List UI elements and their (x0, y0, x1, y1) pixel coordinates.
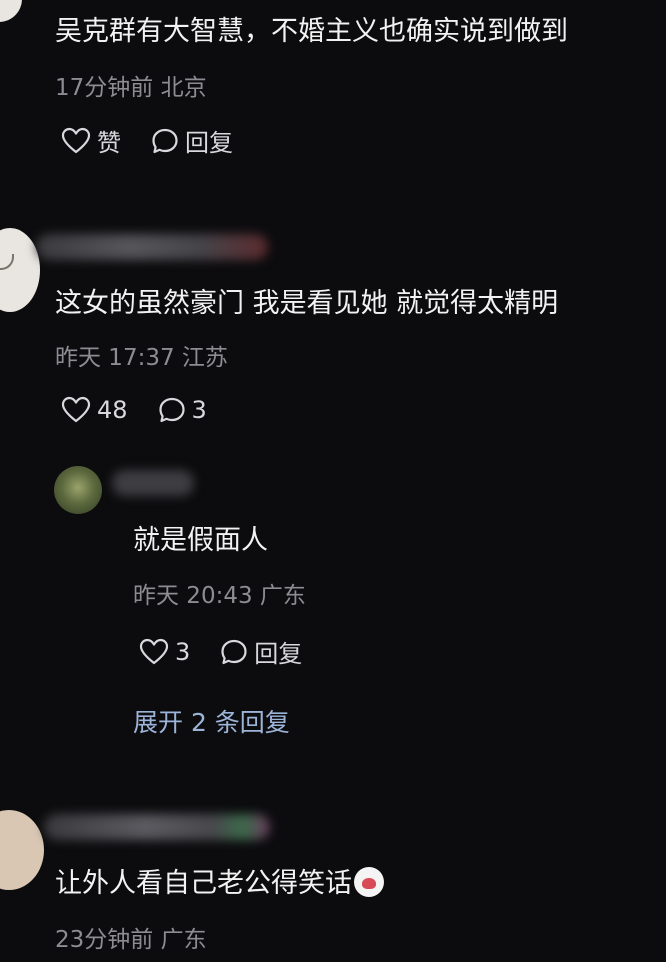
comment-text: 吴克群有大智慧，不婚主义也确实说到做到 (55, 16, 568, 47)
heart-outline-icon (139, 638, 169, 664)
speech-bubble-icon (221, 639, 247, 664)
reply-label: 回复 (185, 129, 233, 157)
heart-outline-icon (61, 396, 91, 423)
avatar[interactable] (0, 810, 44, 890)
like-button[interactable]: 48 (61, 396, 128, 424)
avatar[interactable] (0, 228, 40, 312)
reply-button[interactable]: 回复 (151, 123, 233, 158)
comment-meta: 昨天 17:37 江苏 (55, 345, 228, 371)
like-label: 赞 (97, 129, 121, 157)
like-button[interactable]: 赞 (61, 123, 121, 158)
username-blurred[interactable] (112, 470, 194, 496)
like-count: 48 (97, 396, 128, 424)
reply-text: 就是假面人 (133, 525, 268, 556)
reply-count: 3 (191, 396, 207, 424)
comment-text-row: 让外人看自己老公得笑话 (55, 866, 384, 902)
avatar-doodle (0, 254, 14, 270)
username-blurred[interactable] (44, 814, 270, 840)
reply-actions: 3 回复 (139, 634, 302, 669)
username-blurred[interactable] (36, 234, 268, 260)
reply-label: 回复 (254, 640, 303, 668)
comment-actions: 48 3 (61, 396, 207, 424)
reply-button[interactable]: 3 (158, 396, 207, 424)
avatar[interactable] (54, 466, 102, 514)
comment-actions: 赞 回复 (61, 123, 233, 158)
like-count: 3 (175, 637, 191, 666)
comment-meta: 17分钟前 北京 (55, 75, 207, 101)
comment-meta: 23分钟前 广东 (55, 927, 207, 953)
expand-replies-link[interactable]: 展开 2 条回复 (133, 703, 290, 739)
comment-text: 让外人看自己老公得笑话 (55, 868, 352, 899)
speech-bubble-icon (152, 128, 178, 153)
reply-meta: 昨天 20:43 广东 (133, 583, 306, 609)
reply-button[interactable]: 回复 (220, 634, 302, 669)
speech-bubble-icon (158, 397, 185, 423)
like-button[interactable]: 3 (139, 638, 190, 666)
avatar[interactable] (0, 0, 22, 22)
comment-text: 这女的虽然豪门 我是看见她 就觉得太精明 (55, 288, 559, 319)
crying-face-emoji (354, 867, 384, 897)
heart-outline-icon (61, 127, 91, 153)
